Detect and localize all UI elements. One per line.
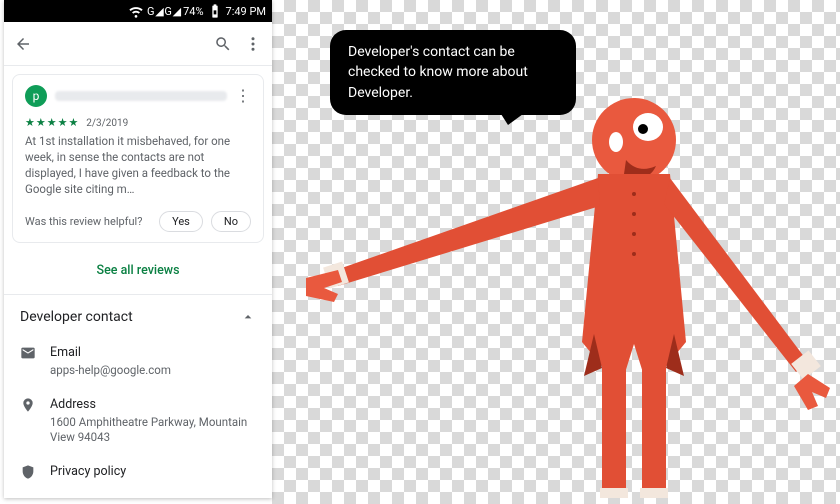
- avatar: p: [25, 85, 47, 107]
- statusbar: G ◢ G ◢ 74% 7:49 PM: [4, 0, 272, 22]
- network-text: G ◢ G ◢: [147, 5, 180, 18]
- email-item[interactable]: Email apps-help@google.com: [4, 339, 272, 391]
- reviewer-name-blurred: [55, 91, 227, 101]
- phone-frame: G ◢ G ◢ 74% 7:49 PM p ⋮ ★★★★★ 2/3/2019 A…: [4, 0, 272, 498]
- helpful-row: Was this review helpful? Yes No: [25, 211, 251, 232]
- email-icon: [20, 345, 36, 361]
- address-item[interactable]: Address 1600 Amphitheatre Parkway, Mount…: [4, 391, 272, 458]
- star-rating: ★★★★★: [25, 116, 79, 129]
- back-icon[interactable]: [14, 35, 32, 53]
- more-icon[interactable]: [244, 35, 262, 53]
- no-button[interactable]: No: [211, 211, 251, 232]
- email-label: Email: [50, 345, 256, 360]
- character-figure: [296, 82, 836, 502]
- review-card: p ⋮ ★★★★★ 2/3/2019 At 1st installation i…: [12, 74, 264, 243]
- review-date: 2/3/2019: [86, 118, 128, 129]
- see-all-reviews-link[interactable]: See all reviews: [4, 251, 272, 294]
- review-text: At 1st installation it misbehaved, for o…: [25, 133, 251, 197]
- helpful-question: Was this review helpful?: [25, 215, 151, 228]
- chevron-up-icon: [240, 309, 256, 325]
- battery-icon: [207, 3, 223, 19]
- appbar: [4, 22, 272, 66]
- location-icon: [20, 397, 36, 413]
- privacy-policy-label: Privacy policy: [50, 464, 126, 479]
- battery-text: 74%: [183, 5, 203, 18]
- privacy-policy-item[interactable]: Privacy policy: [4, 458, 272, 494]
- yes-button[interactable]: Yes: [159, 211, 203, 232]
- shield-icon: [20, 464, 36, 480]
- address-label: Address: [50, 397, 256, 412]
- search-icon[interactable]: [214, 35, 232, 53]
- address-value: 1600 Amphitheatre Parkway, Mountain View…: [50, 415, 256, 446]
- clock-text: 7:49 PM: [226, 5, 266, 18]
- developer-contact-header[interactable]: Developer contact: [4, 295, 272, 339]
- rating-row: ★★★★★ 2/3/2019: [25, 115, 251, 129]
- wifi-icon: [128, 3, 144, 19]
- email-value: apps-help@google.com: [50, 363, 256, 379]
- developer-contact-title: Developer contact: [20, 309, 240, 325]
